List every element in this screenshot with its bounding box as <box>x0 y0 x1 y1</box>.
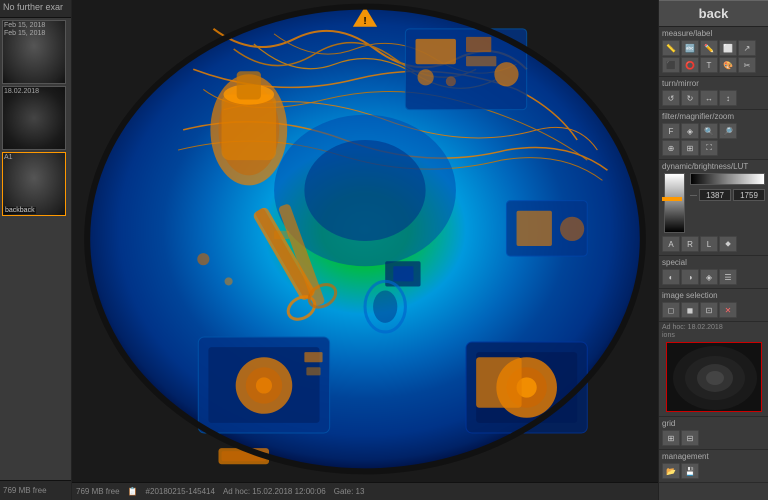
tool-label[interactable]: 🔤 <box>681 40 699 56</box>
tool-box[interactable]: ⬛ <box>662 57 680 73</box>
measure-label-title: measure/label <box>662 29 765 38</box>
main-area: ! 769 MB free 📋 #20180215-145414 Ad hoc:… <box>72 0 658 500</box>
status-gate: Gate: 13 <box>334 487 365 496</box>
status-icon: 📋 <box>128 487 138 496</box>
turn-mirror-title: turn/mirror <box>662 79 765 88</box>
tool-circle[interactable]: ⭕ <box>681 57 699 73</box>
file-info: 769 MB free <box>3 486 47 495</box>
thumb-date-3: A1 <box>4 154 13 162</box>
turn-mirror-section: turn/mirror ↺ ↻ ↔ ↕ <box>659 77 768 110</box>
image-selection-section: image selection ◻ ◼ ⊡ ✕ <box>659 289 768 322</box>
thumbnail-1[interactable]: Feb 15, 2018 Feb 15, 2018 <box>2 20 66 84</box>
brightness-slider-vertical[interactable] <box>664 173 685 233</box>
grid-title: grid <box>662 419 765 428</box>
value-input-2[interactable] <box>733 189 765 201</box>
thumb-date-1: Feb 15, 2018 Feb 15, 2018 <box>4 22 45 39</box>
tool-ruler[interactable]: 📏 <box>662 40 680 56</box>
tool-invert[interactable]: ⬥ <box>719 236 737 252</box>
tool-extra[interactable]: ✂ <box>738 57 756 73</box>
tool-special2[interactable]: ◑ <box>681 269 699 285</box>
value-input-1[interactable] <box>699 189 731 201</box>
contrast-slider-h[interactable] <box>690 173 765 185</box>
tool-fit[interactable]: ⊞ <box>681 140 699 156</box>
tool-reset[interactable]: R <box>681 236 699 252</box>
brightness-slider-thumb[interactable] <box>662 197 682 201</box>
management-section: management 📂 💾 <box>659 450 768 483</box>
adhoc-label: Ad hoc: 18.02.2018 <box>662 324 765 331</box>
adhoc-thumb-area <box>662 340 765 414</box>
tool-delete[interactable]: ✕ <box>719 302 737 318</box>
tool-mgmt2[interactable]: 💾 <box>681 463 699 479</box>
tool-select2[interactable]: ◼ <box>681 302 699 318</box>
status-bar: 769 MB free 📋 #20180215-145414 Ad hoc: 1… <box>72 482 658 500</box>
special-title: special <box>662 258 765 267</box>
left-panel-bottom: 769 MB free <box>0 480 71 500</box>
tool-eraser[interactable]: ⬜ <box>719 40 737 56</box>
status-scan-id: #20180215-145414 <box>146 487 215 496</box>
filter-tool-row-2: ⊕ ⊞ ⛶ <box>662 140 765 156</box>
tool-color[interactable]: 🎨 <box>719 57 737 73</box>
tool-grid1[interactable]: ⊞ <box>662 430 680 446</box>
measure-tool-row-2: ⬛ ⭕ T 🎨 ✂ <box>662 57 765 73</box>
filter-section: filter/magnifier/zoom F ◈ 🔍 🔎 ⊕ ⊞ ⛶ <box>659 110 768 160</box>
tool-grid2[interactable]: ⊟ <box>681 430 699 446</box>
management-tool-row: 📂 💾 <box>662 463 765 479</box>
tool-fullscreen[interactable]: ⛶ <box>700 140 718 156</box>
measure-tool-row-1: 📏 🔤 ✏️ ⬜ ↗ <box>662 40 765 56</box>
no-further-text: No further exar <box>0 0 71 18</box>
image-selection-title: image selection <box>662 291 765 300</box>
tool-filter1[interactable]: F <box>662 123 680 139</box>
status-file-info: 769 MB free <box>76 487 120 496</box>
management-title: management <box>662 452 765 461</box>
image-selection-tool-row: ◻ ◼ ⊡ ✕ <box>662 302 765 318</box>
tool-pencil[interactable]: ✏️ <box>700 40 718 56</box>
tool-mgmt1[interactable]: 📂 <box>662 463 680 479</box>
tool-rotate-left[interactable]: ↺ <box>662 90 680 106</box>
status-adhoc: Ad hoc: 15.02.2018 12:00:06 <box>223 487 326 496</box>
adhoc-section: Ad hoc: 18.02.2018 ions <box>659 322 768 417</box>
adhoc-sub-label: ions <box>662 332 765 339</box>
grid-section: grid ⊞ ⊟ <box>659 417 768 450</box>
tool-special4[interactable]: ☰ <box>719 269 737 285</box>
tool-zoom-out[interactable]: 🔎 <box>719 123 737 139</box>
brightness-tool-row: A R L ⬥ <box>662 236 765 252</box>
right-panel: back measure/label 📏 🔤 ✏️ ⬜ ↗ ⬛ ⭕ T 🎨 ✂ … <box>658 0 768 500</box>
special-section: special ◐ ◑ ◈ ☰ <box>659 256 768 289</box>
measure-label-section: measure/label 📏 🔤 ✏️ ⬜ ↗ ⬛ ⭕ T 🎨 ✂ <box>659 27 768 77</box>
tool-select3[interactable]: ⊡ <box>700 302 718 318</box>
tool-text[interactable]: T <box>700 57 718 73</box>
filter-tool-row-1: F ◈ 🔍 🔎 <box>662 123 765 139</box>
tool-flip-h[interactable]: ↔ <box>700 90 718 106</box>
tool-special3[interactable]: ◈ <box>700 269 718 285</box>
thumb-date-2: 18.02.2018 <box>4 88 39 96</box>
adhoc-thumbnail[interactable] <box>666 342 762 412</box>
tool-special1[interactable]: ◐ <box>662 269 680 285</box>
tool-auto[interactable]: A <box>662 236 680 252</box>
thumbnail-3[interactable]: A1 backback <box>2 152 66 216</box>
tool-rotate-right[interactable]: ↻ <box>681 90 699 106</box>
svg-text:!: ! <box>363 16 366 27</box>
brightness-section: dynamic/brightness/LUT — A R L ⬥ <box>659 160 768 256</box>
tool-zoom-in[interactable]: 🔍 <box>700 123 718 139</box>
brightness-title: dynamic/brightness/LUT <box>662 162 765 171</box>
thumbnail-list: Feb 15, 2018 Feb 15, 2018 18.02.2018 A1 … <box>0 18 71 480</box>
left-panel: No further exar Feb 15, 2018 Feb 15, 201… <box>0 0 72 500</box>
turn-tool-row: ↺ ↻ ↔ ↕ <box>662 90 765 106</box>
tool-select1[interactable]: ◻ <box>662 302 680 318</box>
filter-title: filter/magnifier/zoom <box>662 112 765 121</box>
tool-arrow[interactable]: ↗ <box>738 40 756 56</box>
special-tool-row: ◐ ◑ ◈ ☰ <box>662 269 765 285</box>
thumb-label-3: backback <box>4 207 36 214</box>
tool-filter2[interactable]: ◈ <box>681 123 699 139</box>
tool-magnifier[interactable]: ⊕ <box>662 140 680 156</box>
back-button[interactable]: back <box>659 0 768 27</box>
tool-lut[interactable]: L <box>700 236 718 252</box>
grid-tool-row: ⊞ ⊟ <box>662 430 765 446</box>
thumbnail-2[interactable]: 18.02.2018 <box>2 86 66 150</box>
xray-canvas[interactable]: ! <box>72 0 658 482</box>
tool-flip-v[interactable]: ↕ <box>719 90 737 106</box>
